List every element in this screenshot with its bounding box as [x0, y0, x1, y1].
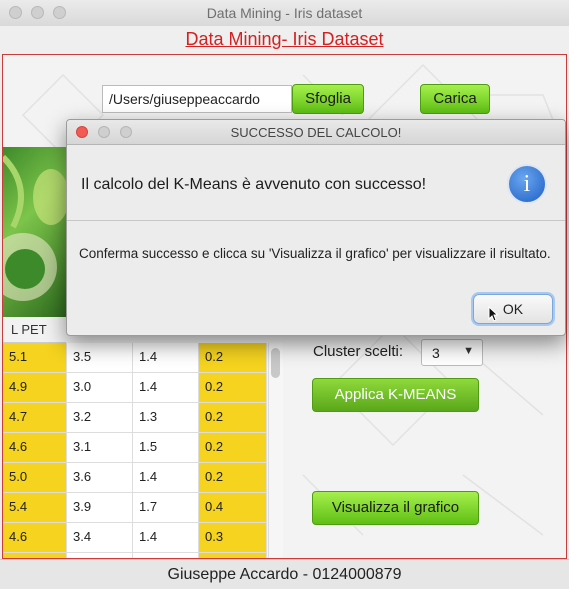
table-cell[interactable]: 5.1 — [3, 343, 67, 372]
table-column-header[interactable]: L PET — [3, 317, 66, 343]
load-button[interactable]: Carica — [420, 84, 490, 114]
cluster-label: Cluster scelti: — [313, 343, 404, 360]
table-cell[interactable]: 1.4 — [133, 373, 199, 402]
table-cell[interactable]: 1.4 — [133, 343, 199, 372]
table-cell[interactable]: 1.4 — [133, 523, 199, 552]
window-title: Data Mining - Iris dataset — [206, 5, 363, 21]
table-cell[interactable]: 0.3 — [199, 523, 267, 552]
table-cell[interactable]: 0.2 — [199, 403, 267, 432]
table-cell[interactable]: 0.2 — [199, 373, 267, 402]
table-row[interactable]: 5.1 3.5 1.4 0.2 — [3, 343, 267, 373]
table-cell[interactable]: 3.5 — [67, 343, 133, 372]
dialog-message: Il calcolo del K-Means è avvenuto con su… — [81, 176, 427, 193]
table-cell[interactable]: 0.2 — [199, 463, 267, 492]
table-cell[interactable]: 3.6 — [67, 463, 133, 492]
dialog-titlebar[interactable]: SUCCESSO DEL CALCOLO! — [67, 120, 565, 145]
table-cell[interactable]: 3.0 — [67, 373, 133, 402]
table-cell[interactable]: 5.0 — [3, 463, 67, 492]
table-cell[interactable]: 0.2 — [199, 433, 267, 462]
table-row[interactable]: 4.9 3.0 1.4 0.2 — [3, 373, 267, 403]
file-path-field[interactable]: /Users/giuseppeaccardo — [102, 85, 292, 113]
info-icon: i — [507, 164, 547, 204]
table-cell[interactable]: 4.6 — [3, 523, 67, 552]
footer-author: Giuseppe Accardo - 0124000879 — [167, 566, 402, 583]
browse-button-label: Sfoglia — [305, 90, 351, 107]
ok-button[interactable]: OK — [473, 294, 553, 324]
table-cell[interactable]: 5.4 — [3, 493, 67, 522]
table-row[interactable]: 5.0 3.6 1.4 0.2 — [3, 463, 267, 493]
view-chart-label: Visualizza il grafico — [331, 499, 460, 516]
table-scrollbar[interactable] — [268, 343, 283, 558]
apply-kmeans-button[interactable]: Applica K-MEANS — [312, 378, 479, 412]
status-footer: Giuseppe Accardo - 0124000879 — [0, 559, 569, 589]
load-button-label: Carica — [433, 90, 477, 107]
table-cell[interactable]: 3.9 — [67, 493, 133, 522]
app-title: Data Mining- Iris Dataset — [185, 29, 384, 49]
dialog-divider — [67, 220, 565, 221]
iris-flower-image — [3, 147, 66, 317]
dialog-title: SUCCESSO DEL CALCOLO! — [230, 125, 402, 140]
table-cell[interactable]: 3.4 — [67, 523, 133, 552]
cluster-select-value: 3 — [432, 345, 440, 361]
window-titlebar[interactable]: Data Mining - Iris dataset — [0, 0, 569, 27]
table-cell[interactable]: 1.3 — [133, 403, 199, 432]
table-cell[interactable]: 4.7 — [3, 403, 67, 432]
table-row[interactable]: 4.7 3.2 1.3 0.2 — [3, 403, 267, 433]
cluster-select[interactable]: 3 ▼ — [421, 339, 483, 366]
browse-button[interactable]: Sfoglia — [292, 84, 364, 114]
dialog-description: Conferma successo e clicca su 'Visualizz… — [79, 246, 551, 261]
app-header: Data Mining- Iris Dataset — [0, 26, 569, 54]
view-chart-button[interactable]: Visualizza il grafico — [312, 491, 479, 525]
table-cell[interactable]: 0.4 — [199, 493, 267, 522]
table-cell[interactable]: 1.4 — [133, 463, 199, 492]
table-cell[interactable]: 0.2 — [199, 343, 267, 372]
table-cell[interactable]: 3.1 — [67, 433, 133, 462]
success-dialog: SUCCESSO DEL CALCOLO! Il calcolo del K-M… — [66, 119, 566, 336]
table-cell[interactable]: 3.2 — [67, 403, 133, 432]
table-cell[interactable]: 4.6 — [3, 433, 67, 462]
table-cell[interactable]: 1.5 — [133, 433, 199, 462]
table-row[interactable]: 4.6 3.4 1.4 0.3 — [3, 523, 267, 553]
data-table: 5.1 3.5 1.4 0.2 4.9 3.0 1.4 0.2 4.7 3.2 1.3 0.2 4.6 3… — [3, 343, 267, 558]
chevron-down-icon: ▼ — [463, 345, 474, 357]
table-row[interactable]: 5.4 3.9 1.7 0.4 — [3, 493, 267, 523]
table-row[interactable]: 4.6 3.1 1.5 0.2 — [3, 433, 267, 463]
mouse-pointer-icon — [488, 306, 498, 322]
table-cell[interactable]: 1.7 — [133, 493, 199, 522]
apply-kmeans-label: Applica K-MEANS — [334, 386, 457, 403]
scrollbar-thumb[interactable] — [271, 348, 280, 378]
table-cell[interactable]: 4.9 — [3, 373, 67, 402]
